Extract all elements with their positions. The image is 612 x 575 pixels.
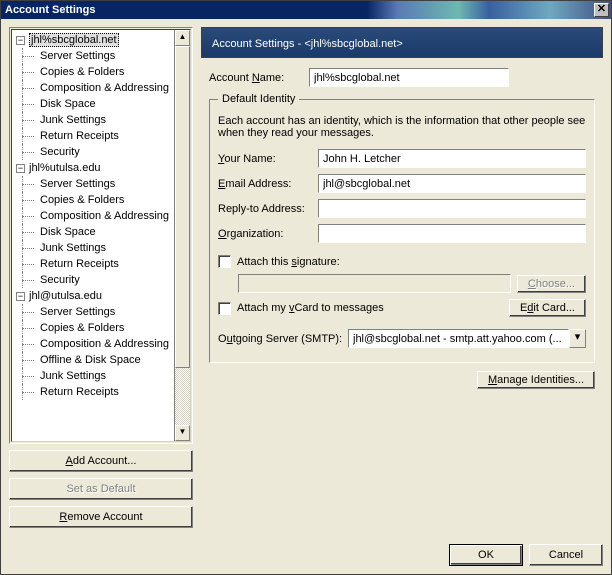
choose-button: Choose... <box>517 275 586 293</box>
remove-account-button[interactable]: Remove Account <box>9 506 193 528</box>
reply-input[interactable] <box>318 199 586 218</box>
attach-signature-checkbox[interactable] <box>218 255 231 268</box>
tree-item[interactable]: Composition & Addressing <box>12 208 174 224</box>
window-title: Account Settings <box>5 4 594 16</box>
signature-path-input <box>238 274 511 293</box>
tree-item[interactable]: Return Receipts <box>12 384 174 400</box>
tree-item[interactable]: Copies & Folders <box>12 320 174 336</box>
smtp-label: Outgoing Server (SMTP): <box>218 333 348 345</box>
tree-item[interactable]: Composition & Addressing <box>12 336 174 352</box>
tree-scrollbar[interactable]: ▲ ▼ <box>174 30 190 441</box>
titlebar: Account Settings ✕ <box>1 1 611 19</box>
attach-vcard-checkbox[interactable] <box>218 302 231 315</box>
tree-item[interactable]: Disk Space <box>12 224 174 240</box>
tree-item[interactable]: Server Settings <box>12 304 174 320</box>
tree-account[interactable]: −jhl%utulsa.edu <box>12 160 174 176</box>
fieldset-legend: Default Identity <box>218 93 299 105</box>
scroll-down-icon[interactable]: ▼ <box>175 425 190 441</box>
set-default-button: Set as Default <box>9 478 193 500</box>
tree-item[interactable]: Disk Space <box>12 96 174 112</box>
panel-heading: Account Settings - <jhl%sbcglobal.net> <box>201 27 603 58</box>
dialog-footer: OK Cancel <box>1 536 611 574</box>
close-icon[interactable]: ✕ <box>594 3 609 17</box>
your-name-input[interactable] <box>318 149 586 168</box>
account-name-label: Account Name: <box>209 72 309 84</box>
tree-item[interactable]: Server Settings <box>12 48 174 64</box>
chevron-down-icon[interactable]: ▾ <box>569 329 586 348</box>
edit-card-button[interactable]: Edit Card... <box>509 299 586 317</box>
add-account-button[interactable]: Add Account... <box>9 450 193 472</box>
tree-item[interactable]: Return Receipts <box>12 128 174 144</box>
attach-vcard-label: Attach my vCard to messages <box>237 302 509 314</box>
tree-item[interactable]: Composition & Addressing <box>12 80 174 96</box>
tree-item[interactable]: Copies & Folders <box>12 192 174 208</box>
tree-item[interactable]: Junk Settings <box>12 240 174 256</box>
collapse-icon[interactable]: − <box>16 164 25 173</box>
account-name-input[interactable] <box>309 68 509 87</box>
email-input[interactable] <box>318 174 586 193</box>
identity-description: Each account has an identity, which is t… <box>218 115 586 139</box>
scroll-thumb[interactable] <box>175 46 190 368</box>
tree-item[interactable]: Junk Settings <box>12 368 174 384</box>
tree-item[interactable]: Copies & Folders <box>12 64 174 80</box>
manage-identities-button[interactable]: Manage Identities... <box>477 371 595 389</box>
account-settings-window: Account Settings ✕ −jhl%sbcglobal.netSer… <box>0 0 612 575</box>
org-label: Organization: <box>218 228 318 240</box>
email-label: Email Address: <box>218 178 318 190</box>
tree-account[interactable]: −jhl@utulsa.edu <box>12 288 174 304</box>
tree-item[interactable]: Offline & Disk Space <box>12 352 174 368</box>
collapse-icon[interactable]: − <box>16 36 25 45</box>
reply-label: Reply-to Address: <box>218 203 318 215</box>
smtp-select[interactable] <box>348 329 569 348</box>
tree-item[interactable]: Security <box>12 144 174 160</box>
ok-button[interactable]: OK <box>449 544 523 566</box>
tree-item[interactable]: Return Receipts <box>12 256 174 272</box>
org-input[interactable] <box>318 224 586 243</box>
default-identity-fieldset: Default Identity Each account has an ide… <box>209 93 595 363</box>
scroll-up-icon[interactable]: ▲ <box>175 30 190 46</box>
tree-item[interactable]: Junk Settings <box>12 112 174 128</box>
tree-item[interactable]: Server Settings <box>12 176 174 192</box>
cancel-button[interactable]: Cancel <box>529 544 603 566</box>
tree-account[interactable]: −jhl%sbcglobal.net <box>12 32 174 48</box>
account-tree[interactable]: −jhl%sbcglobal.netServer SettingsCopies … <box>12 30 174 441</box>
attach-signature-label: Attach this signature: <box>237 256 340 268</box>
your-name-label: Your Name: <box>218 153 318 165</box>
collapse-icon[interactable]: − <box>16 292 25 301</box>
tree-item[interactable]: Security <box>12 272 174 288</box>
